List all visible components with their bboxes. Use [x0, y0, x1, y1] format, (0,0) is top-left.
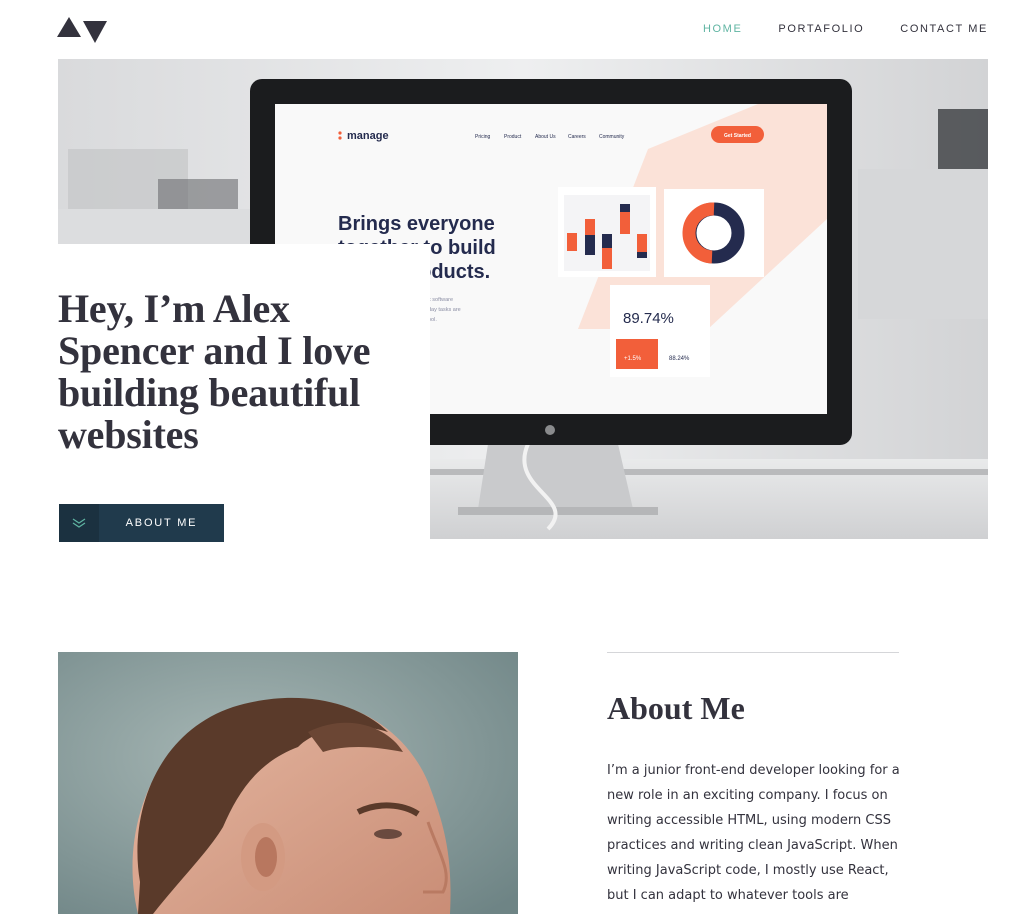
screen-nav-item: Community: [599, 134, 625, 140]
chevrons-down-icon: [59, 504, 99, 542]
screen-cta: Get Started: [724, 133, 751, 139]
screen-body-line: day tasks are: [428, 307, 461, 313]
screen-nav-item: Careers: [568, 134, 586, 140]
site-header: HOME PORTAFOLIO CONTACT ME: [0, 0, 1028, 59]
about-me-button-label: ABOUT ME: [125, 517, 198, 529]
screen-brand: manage: [347, 130, 389, 142]
about-description: I’m a junior front-end developer looking…: [607, 763, 900, 914]
screen-headline-line: Brings everyone: [338, 213, 495, 235]
screen-stat-change: +1.5%: [624, 356, 642, 362]
logo-triangles-icon[interactable]: [57, 17, 107, 43]
main-nav: HOME PORTAFOLIO CONTACT ME: [703, 23, 988, 35]
screen-nav-item: Product: [504, 134, 522, 140]
hero-title: Hey, I’m Alex Spencer and I love buildin…: [58, 286, 371, 457]
screen-nav-item: About Us: [535, 134, 556, 140]
nav-portfolio-link[interactable]: PORTAFOLIO: [778, 23, 864, 35]
nav-home-link[interactable]: HOME: [703, 23, 742, 35]
nav-contact-link[interactable]: CONTACT ME: [900, 23, 988, 35]
screen-stat-secondary: 88.24%: [669, 356, 690, 362]
screen-nav-item: Pricing: [475, 134, 491, 140]
about-title: About Me: [607, 690, 745, 726]
profile-photo: [58, 652, 518, 914]
about-divider: [607, 652, 899, 653]
screen-stat-main: 89.74%: [623, 310, 674, 327]
screen-body-line: x software: [428, 297, 453, 303]
about-me-button[interactable]: ABOUT ME: [59, 504, 224, 542]
